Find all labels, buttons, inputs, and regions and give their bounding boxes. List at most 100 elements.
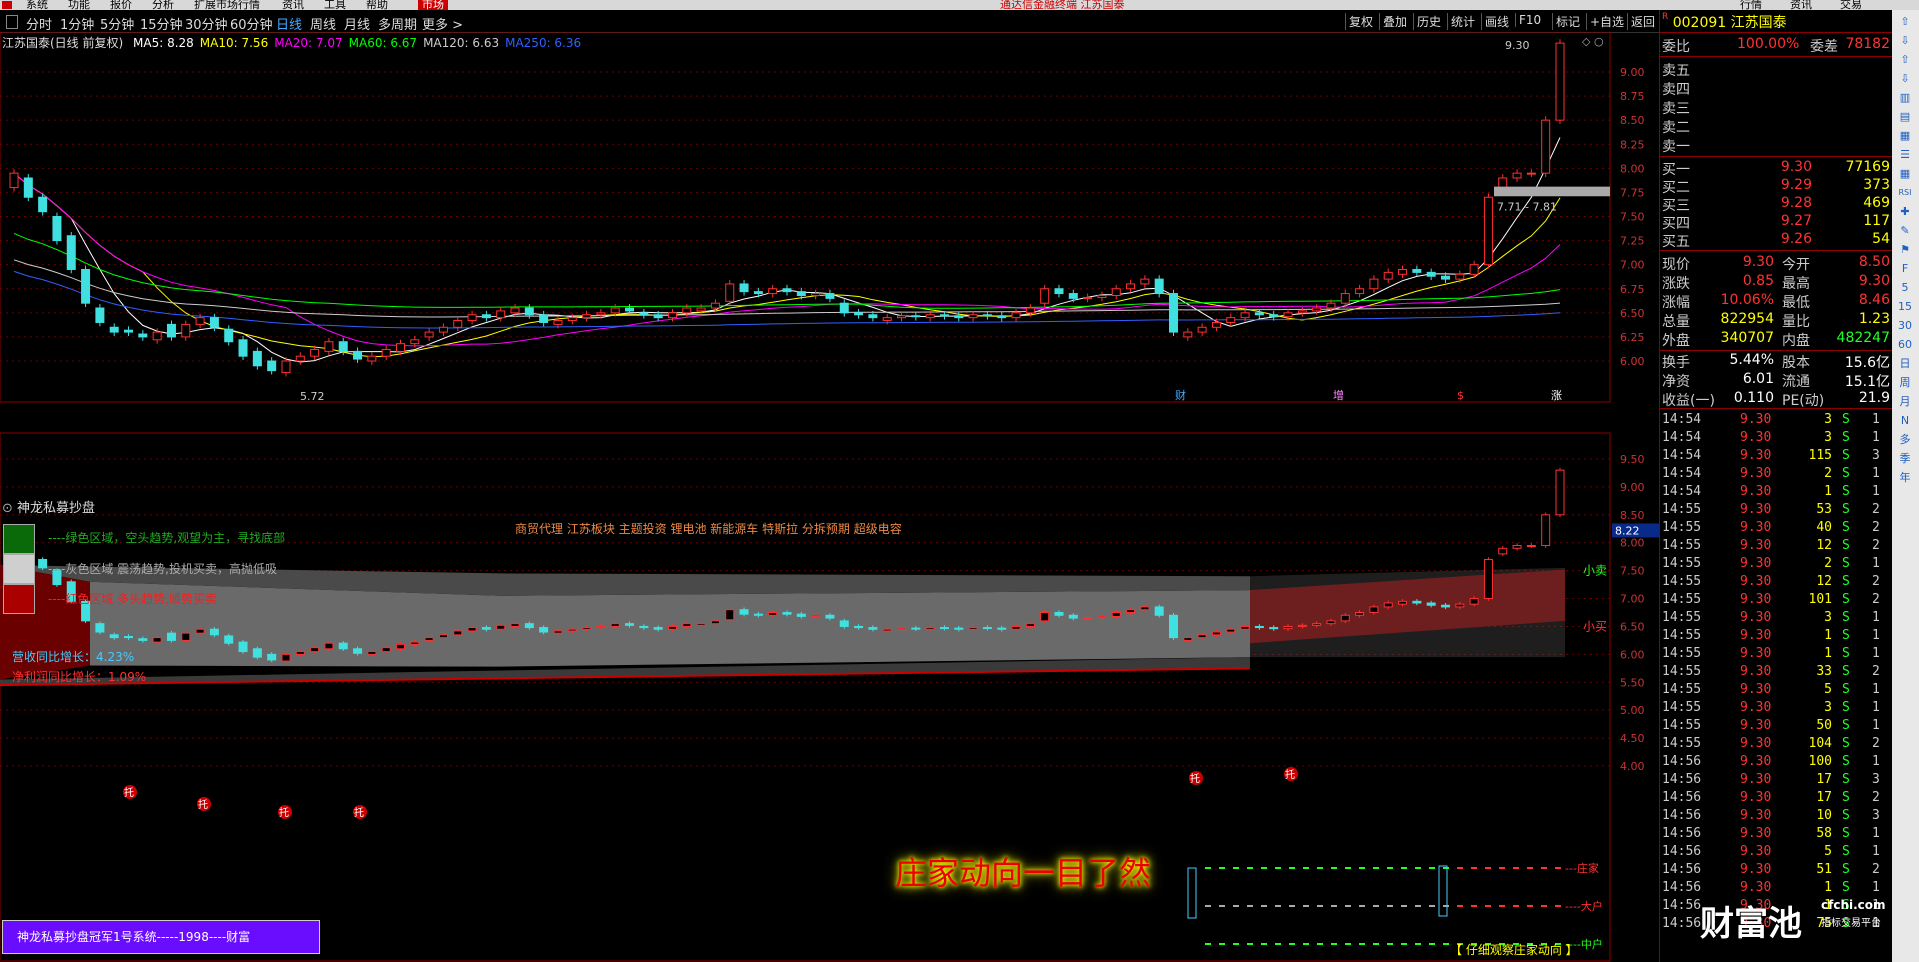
period-tab-intraday[interactable]: 分时 xyxy=(26,14,52,33)
menu-item-info[interactable]: 资讯 xyxy=(282,0,304,10)
sidebar-down-icon[interactable]: ⇩ xyxy=(1896,33,1914,49)
sidebar-pen-icon[interactable]: ✎ xyxy=(1896,223,1914,239)
indicator-candle-body xyxy=(1355,612,1365,616)
candle-body xyxy=(453,320,463,328)
sidebar-季-icon[interactable]: 季 xyxy=(1896,451,1914,467)
sidebar-rsi-icon[interactable]: RSI xyxy=(1896,185,1914,201)
candle-body xyxy=(925,314,935,319)
event-marker-2[interactable]: $ xyxy=(1457,389,1464,402)
tool-button-mark[interactable]: 标记 xyxy=(1552,13,1583,30)
tool-button-draw[interactable]: 画线 xyxy=(1481,13,1512,30)
sidebar-年-icon[interactable]: 年 xyxy=(1896,470,1914,486)
tick-time: 14:56 xyxy=(1662,790,1702,805)
tool-button-back[interactable]: 返回 xyxy=(1627,13,1658,30)
tool-button-f10[interactable]: F10 xyxy=(1515,13,1544,27)
sidebar-table-icon[interactable]: ▦ xyxy=(1896,166,1914,182)
main-y-tick: 8.00 xyxy=(1620,162,1645,175)
sidebar-15-icon[interactable]: 15 xyxy=(1896,299,1914,315)
candle-body xyxy=(1111,288,1121,296)
collapse-icon[interactable]: ⊙ xyxy=(2,501,13,516)
indicator-candle-body xyxy=(224,635,234,644)
period-tab-5min[interactable]: 5分钟 xyxy=(100,14,134,33)
sidebar-chart-icon[interactable]: ▥ xyxy=(1896,90,1914,106)
indicator-candle-body xyxy=(610,623,620,627)
main-y-tick: 6.50 xyxy=(1620,307,1645,320)
tool-button-rights[interactable]: 复权 xyxy=(1345,13,1376,30)
sidebar-plus-icon[interactable]: ✚ xyxy=(1896,204,1914,220)
sell-level-label: 卖三 xyxy=(1662,101,1690,117)
layout-toggle-icon[interactable] xyxy=(6,15,18,29)
indicator-candle-body xyxy=(1169,614,1178,639)
indicator-candle-body xyxy=(1498,547,1508,555)
sidebar-up-icon[interactable]: ⇧ xyxy=(1896,14,1914,30)
period-tab-15min[interactable]: 15分钟 xyxy=(140,14,183,33)
indicator-candle-body xyxy=(539,627,549,633)
sidebar-up-icon[interactable]: ⇧ xyxy=(1896,52,1914,68)
window-button-trade[interactable]: 交易 xyxy=(1840,0,1862,10)
menu-item-quote[interactable]: 报价 xyxy=(110,0,132,10)
candle-body xyxy=(753,291,763,295)
indicator-y-tick: 5.50 xyxy=(1620,676,1645,689)
ma5-line xyxy=(13,137,1561,363)
menu-item-tools[interactable]: 工具 xyxy=(324,0,346,10)
period-tab-more[interactable]: 更多 > xyxy=(422,14,463,33)
sidebar-5-icon[interactable]: 5 xyxy=(1896,280,1914,296)
indicator-candle-body xyxy=(639,625,649,629)
menu-item-help[interactable]: 帮助 xyxy=(366,0,388,10)
event-marker-0[interactable]: 财 xyxy=(1175,388,1186,402)
period-tab-60min[interactable]: 60分钟 xyxy=(230,14,273,33)
indicator-candle-body xyxy=(939,627,949,630)
window-button-quote[interactable]: 行情 xyxy=(1740,0,1762,10)
support-marker-text: 托 xyxy=(1285,768,1295,781)
sidebar-list-icon[interactable]: ☰ xyxy=(1896,147,1914,163)
sidebar-F-icon[interactable]: F xyxy=(1896,261,1914,277)
sidebar-月-icon[interactable]: 月 xyxy=(1896,394,1914,410)
menu-item-market[interactable]: 市场 xyxy=(418,0,448,10)
tick-side: S xyxy=(1842,592,1850,607)
main-y-tick: 6.25 xyxy=(1620,331,1645,344)
candle-body xyxy=(1226,317,1236,323)
menu-item-function[interactable]: 功能 xyxy=(68,0,90,10)
menu-item-analysis[interactable]: 分析 xyxy=(152,0,174,10)
stat-label: 现价 xyxy=(1662,257,1690,273)
tick-row: 14:55 9.30 12 S 2 xyxy=(1662,538,1890,556)
candle-body xyxy=(1211,321,1221,328)
tick-count: 1 xyxy=(1872,556,1880,571)
sidebar-30-icon[interactable]: 30 xyxy=(1896,318,1914,334)
period-tab-daily[interactable]: 日线 xyxy=(276,14,302,33)
tool-button-stats[interactable]: 统计 xyxy=(1447,13,1478,30)
sidebar-grid-icon[interactable]: ▦ xyxy=(1896,128,1914,144)
sidebar-60-icon[interactable]: 60 xyxy=(1896,337,1914,353)
sidebar-日-icon[interactable]: 日 xyxy=(1896,356,1914,372)
period-tab-30min[interactable]: 30分钟 xyxy=(185,14,228,33)
candle-body xyxy=(467,314,477,322)
menu-item-extended-market[interactable]: 扩展市场行情 xyxy=(194,0,260,10)
sidebar-N-icon[interactable]: N xyxy=(1896,413,1914,429)
indicator-candle-body xyxy=(152,637,162,643)
tick-volume: 100 xyxy=(1808,754,1832,769)
menu-item-system[interactable]: 系统 xyxy=(26,0,48,10)
event-marker-3[interactable]: 涨 xyxy=(1551,389,1562,402)
tick-price: 9.30 xyxy=(1740,520,1772,535)
tick-side: S xyxy=(1842,700,1850,715)
window-button-info[interactable]: 资讯 xyxy=(1790,0,1812,10)
sidebar-bar-icon[interactable]: ▤ xyxy=(1896,109,1914,125)
sidebar-down-icon[interactable]: ⇩ xyxy=(1896,71,1914,87)
chart-options-icon[interactable]: ◇ ○ xyxy=(1582,35,1604,48)
sidebar-flag-icon[interactable]: ⚑ xyxy=(1896,242,1914,258)
support-marker-text: 托 xyxy=(279,806,289,819)
sidebar-周-icon[interactable]: 周 xyxy=(1896,375,1914,391)
chart-area[interactable]: ---庄家----大户----中户----散户 9.008.758.508.25… xyxy=(0,32,1659,962)
period-tab-monthly[interactable]: 月线 xyxy=(344,14,370,33)
tick-side: S xyxy=(1842,646,1850,661)
sidebar-多-icon[interactable]: 多 xyxy=(1896,432,1914,448)
indicator-candle-body xyxy=(1526,545,1536,548)
tool-button-overlay[interactable]: 叠加 xyxy=(1379,13,1410,30)
period-tab-multi[interactable]: 多周期 xyxy=(378,14,417,33)
tool-button-add-watchlist[interactable]: +自选 xyxy=(1586,13,1627,30)
period-tab-1min[interactable]: 1分钟 xyxy=(60,14,94,33)
event-marker-1[interactable]: 增 xyxy=(1333,388,1344,402)
tick-time: 14:56 xyxy=(1662,826,1702,841)
period-tab-weekly[interactable]: 周线 xyxy=(310,14,336,33)
tool-button-history[interactable]: 历史 xyxy=(1413,13,1444,30)
